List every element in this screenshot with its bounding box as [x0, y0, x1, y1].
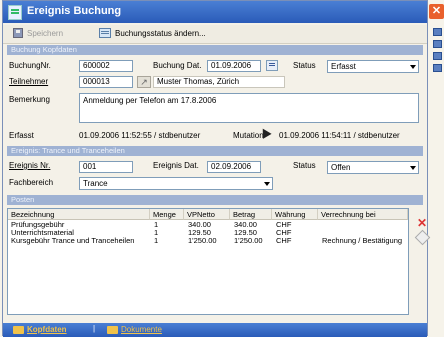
tab-header-data[interactable]: Kopfdaten: [13, 325, 67, 334]
participant-picker-button[interactable]: ↗: [137, 76, 151, 88]
department-value: Trance: [83, 179, 108, 188]
title-bar[interactable]: Ereignis Buchung: [3, 1, 427, 23]
save-label: Speichern: [27, 28, 64, 38]
tab-documents-label: Dokumente: [121, 325, 162, 334]
items-table: Bezeichnung Menge VPNetto Betrag Währung…: [7, 208, 409, 315]
chevron-down-icon: [264, 182, 270, 186]
column-header[interactable]: Betrag: [230, 209, 272, 220]
cell-quantity: 1: [154, 236, 159, 245]
folder-icon: [107, 325, 118, 334]
column-header[interactable]: Währung: [272, 209, 318, 220]
event-status-value: Offen: [331, 163, 351, 172]
app-icon: [8, 5, 22, 20]
toolbar: Speichern Buchungsstatus ändern...: [3, 25, 427, 44]
cell-description: Kursgebühr Trance und Tranceheilen: [11, 236, 135, 245]
department-label: Fachbereich: [9, 178, 54, 187]
tab-separator: |: [93, 324, 96, 333]
booking-status-select[interactable]: Erfasst: [327, 60, 419, 73]
participant-name-field: Muster Thomas, Zürich: [153, 76, 285, 88]
participant-label[interactable]: Teilnehmer: [9, 77, 48, 86]
participant-id-field[interactable]: 000013: [79, 76, 133, 88]
event-status-select[interactable]: Offen: [327, 161, 419, 174]
booking-status-label: Status: [293, 61, 316, 70]
booking-number-label: BuchungNr.: [9, 61, 51, 70]
change-status-button[interactable]: Buchungsstatus ändern...: [99, 28, 206, 38]
save-button[interactable]: Speichern: [13, 28, 63, 38]
cell-unit-price: 1'250.00: [188, 236, 217, 245]
side-panel-button[interactable]: [433, 28, 442, 36]
column-header[interactable]: Verrechnung bei: [318, 209, 408, 220]
change-status-label: Buchungsstatus ändern...: [115, 28, 206, 38]
folder-icon: [13, 325, 24, 334]
booking-date-label: Buchung Dat.: [153, 61, 202, 70]
bottom-tab-bar: Kopfdaten | Dokumente: [3, 323, 427, 337]
booking-status-value: Erfasst: [331, 62, 356, 71]
event-status-label: Status: [293, 161, 316, 170]
tab-documents[interactable]: Dokumente: [107, 325, 162, 334]
event-number-label[interactable]: Ereignis Nr.: [9, 161, 50, 170]
mutation-value: 01.09.2006 11:54:11 / stdbenutzer: [279, 131, 400, 140]
column-header[interactable]: Menge: [150, 209, 184, 220]
chevron-down-icon: [410, 166, 416, 170]
window-title: Ereignis Buchung: [27, 5, 122, 17]
created-value: 01.09.2006 11:52:55 / stdbenutzer: [79, 131, 201, 140]
booking-date-field[interactable]: 01.09.2006: [207, 60, 261, 72]
event-date-label: Ereignis Dat.: [153, 161, 199, 170]
close-button[interactable]: ✕: [429, 4, 444, 19]
cell-billing: Rechnung / Bestätigung: [322, 236, 403, 245]
side-panel-button[interactable]: [433, 40, 442, 48]
department-select[interactable]: Trance: [79, 177, 273, 190]
event-number-field[interactable]: 001: [79, 161, 133, 173]
booking-number-field[interactable]: 600002: [79, 60, 133, 72]
cell-amount: 1'250.00: [234, 236, 263, 245]
side-panel-button[interactable]: [433, 64, 442, 72]
event-date-field[interactable]: 02.09.2006: [207, 161, 261, 173]
tab-header-data-label: Kopfdaten: [27, 325, 67, 334]
save-icon: [13, 28, 23, 38]
calendar-icon[interactable]: [266, 60, 278, 71]
edit-row-icon[interactable]: [414, 229, 431, 246]
section-header-buchung: Buchung Kopfdaten: [7, 45, 423, 55]
booking-window: Ereignis Buchung Speichern Buchungsstatu…: [2, 0, 431, 337]
document-icon: [99, 28, 111, 38]
column-header[interactable]: Bezeichnung: [8, 209, 150, 220]
delete-row-icon[interactable]: ✕: [417, 216, 427, 230]
created-label: Erfasst: [9, 131, 34, 140]
remark-label: Bemerkung: [9, 95, 50, 104]
column-header[interactable]: VPNetto: [184, 209, 230, 220]
side-panel-button[interactable]: [433, 52, 442, 60]
chevron-down-icon: [410, 65, 416, 69]
cell-currency: CHF: [276, 236, 292, 245]
section-header-items: Posten: [7, 195, 423, 205]
remark-field[interactable]: Anmeldung per Telefon am 17.8.2006: [79, 93, 419, 123]
section-header-event: Ereignis: Trance und Tranceheilen: [7, 146, 423, 156]
